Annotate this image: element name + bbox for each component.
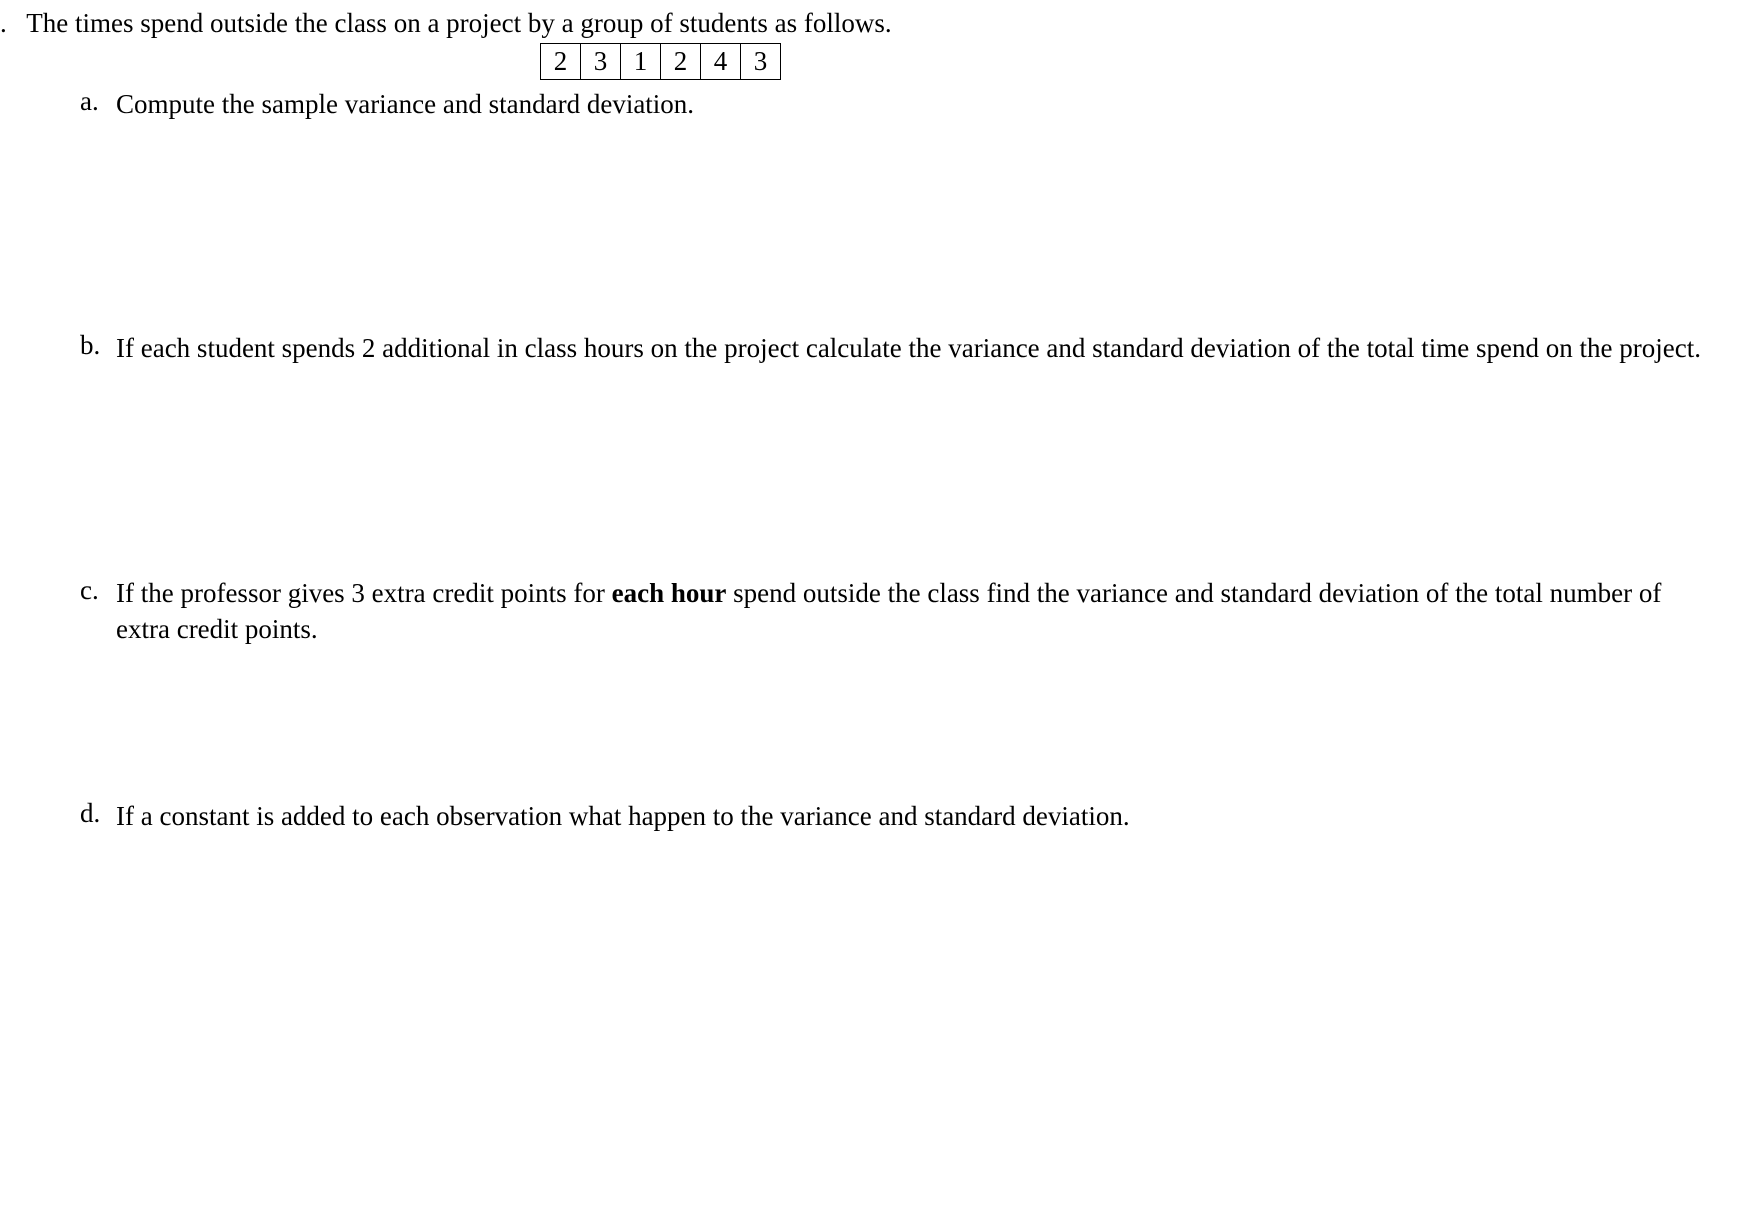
data-cell: 1 — [621, 44, 661, 80]
data-cell: 2 — [541, 44, 581, 80]
data-table-wrapper: 2 3 1 2 4 3 — [0, 43, 1741, 80]
question-label-d: d. — [80, 798, 100, 829]
question-label-b: b. — [80, 330, 100, 361]
question-d: d. If a constant is added to each observ… — [80, 798, 1721, 834]
question-label-c: c. — [80, 575, 99, 606]
intro-line: . The times spend outside the class on a… — [0, 8, 1741, 39]
question-text-b: If each student spends 2 additional in c… — [116, 330, 1721, 366]
question-text-a: Compute the sample variance and standard… — [116, 86, 1721, 122]
question-a: a. Compute the sample variance and stand… — [80, 86, 1721, 122]
data-cell: 2 — [661, 44, 701, 80]
data-cell: 3 — [581, 44, 621, 80]
page: . The times spend outside the class on a… — [0, 0, 1741, 834]
question-c: c. If the professor gives 3 extra credit… — [80, 575, 1721, 648]
question-label-a: a. — [80, 86, 99, 117]
question-text-c: If the professor gives 3 extra credit po… — [116, 575, 1721, 648]
data-table: 2 3 1 2 4 3 — [540, 43, 781, 80]
data-cell: 4 — [701, 44, 741, 80]
question-list: a. Compute the sample variance and stand… — [0, 86, 1741, 834]
question-b: b. If each student spends 2 additional i… — [80, 330, 1721, 366]
data-table-row: 2 3 1 2 4 3 — [541, 44, 781, 80]
question-c-before: If the professor gives 3 extra credit po… — [116, 578, 612, 608]
question-text-d: If a constant is added to each observati… — [116, 798, 1721, 834]
question-c-bold: each hour — [612, 578, 727, 608]
leading-period: . — [0, 8, 20, 39]
intro-text: The times spend outside the class on a p… — [26, 8, 891, 38]
data-cell: 3 — [741, 44, 781, 80]
